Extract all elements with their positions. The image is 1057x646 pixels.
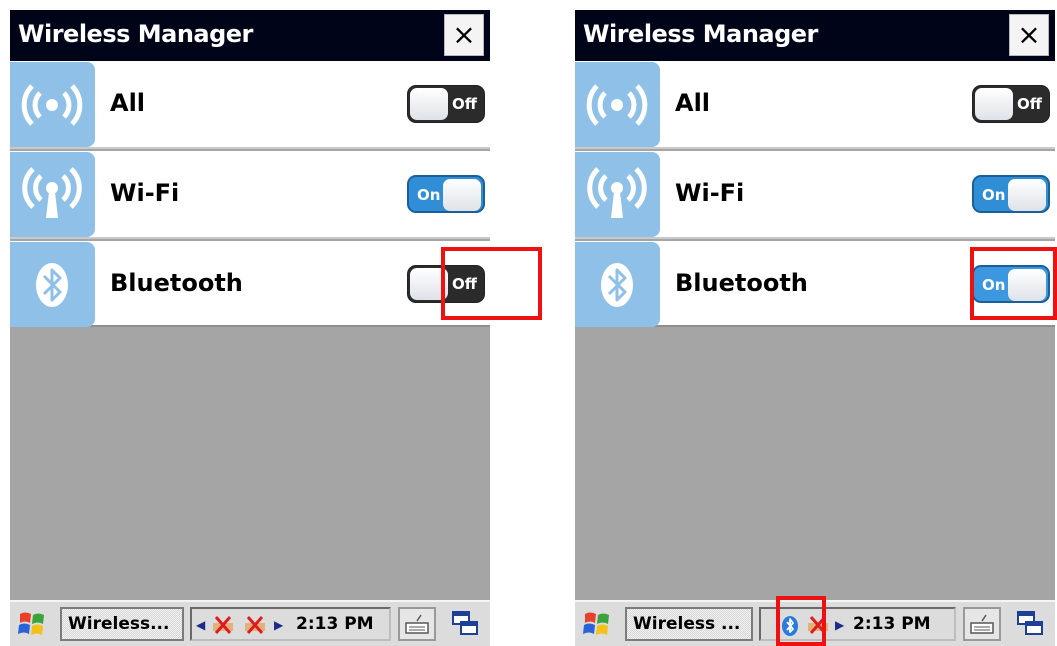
row-label-bluetooth: Bluetooth: [110, 269, 243, 297]
toggle-wifi[interactable]: On: [972, 175, 1050, 213]
toggle-knob: [1008, 179, 1046, 211]
wireless-row-all: All Off: [10, 61, 490, 149]
toggle-knob: [410, 88, 448, 120]
title-bar: Wireless Manager ×: [575, 10, 1055, 61]
tray-right-arrow-icon[interactable]: ▶: [835, 618, 844, 632]
close-button[interactable]: ×: [1009, 14, 1049, 56]
keyboard-icon[interactable]: [963, 607, 1001, 641]
show-desktop-icon[interactable]: [1015, 609, 1045, 639]
wifi-antenna-icon: [10, 152, 95, 237]
wireless-row-wifi: Wi-Fi On: [10, 151, 490, 239]
keyboard-icon[interactable]: [398, 607, 436, 641]
toggle-state-label: On: [417, 186, 441, 204]
highlight-box-bluetooth-tray: [776, 596, 826, 646]
row-label-all: All: [675, 89, 711, 117]
wireless-broadcast-icon: [575, 62, 660, 147]
tray-left-arrow-icon[interactable]: ◀: [196, 618, 205, 632]
system-tray: ◀ ▶ 2:13 PM: [190, 607, 391, 641]
task-button-wireless[interactable]: Wireless ...: [625, 607, 753, 641]
toggle-wifi[interactable]: On: [407, 175, 485, 213]
wireless-row-bluetooth: Bluetooth Off: [10, 241, 490, 327]
toggle-all[interactable]: Off: [972, 85, 1050, 123]
row-label-wifi: Wi-Fi: [110, 179, 180, 207]
taskbar: Wireless... ◀ ▶ 2:13 PM: [10, 600, 490, 646]
wireless-broadcast-icon: [10, 62, 95, 147]
row-label-all: All: [110, 89, 146, 117]
wireless-row-all: All Off: [575, 61, 1055, 149]
clock[interactable]: 2:13 PM: [853, 614, 931, 634]
wifi-disconnected-icon[interactable]: [210, 614, 236, 636]
bluetooth-icon: [10, 242, 95, 327]
device-screen-after: Wireless Manager × All Off Wi-Fi On Blue…: [575, 10, 1055, 646]
window-title: Wireless Manager: [18, 20, 253, 48]
start-flag-icon[interactable]: [582, 609, 612, 639]
start-flag-icon[interactable]: [17, 609, 47, 639]
wireless-row-wifi: Wi-Fi On: [575, 151, 1055, 239]
toggle-state-label: Off: [1017, 95, 1042, 113]
toggle-state-label: On: [982, 186, 1006, 204]
task-button-wireless[interactable]: Wireless...: [60, 607, 184, 641]
clock[interactable]: 2:13 PM: [296, 614, 374, 634]
toggle-knob: [443, 179, 481, 211]
device-screen-before: Wireless Manager × All Off Wi-Fi On Blue…: [10, 10, 490, 646]
close-button[interactable]: ×: [444, 14, 484, 56]
highlight-box-bluetooth-toggle: [441, 247, 542, 320]
title-bar: Wireless Manager ×: [10, 10, 490, 61]
window-title: Wireless Manager: [583, 20, 818, 48]
bluetooth-icon: [575, 242, 660, 327]
row-label-wifi: Wi-Fi: [675, 179, 745, 207]
highlight-box-bluetooth-toggle: [970, 247, 1057, 320]
toggle-state-label: Off: [452, 95, 477, 113]
network-disconnected-icon[interactable]: [242, 614, 268, 636]
tray-right-arrow-icon[interactable]: ▶: [274, 618, 283, 632]
wifi-antenna-icon: [575, 152, 660, 237]
row-label-bluetooth: Bluetooth: [675, 269, 808, 297]
toggle-all[interactable]: Off: [407, 85, 485, 123]
show-desktop-icon[interactable]: [450, 609, 480, 639]
toggle-knob: [975, 88, 1013, 120]
